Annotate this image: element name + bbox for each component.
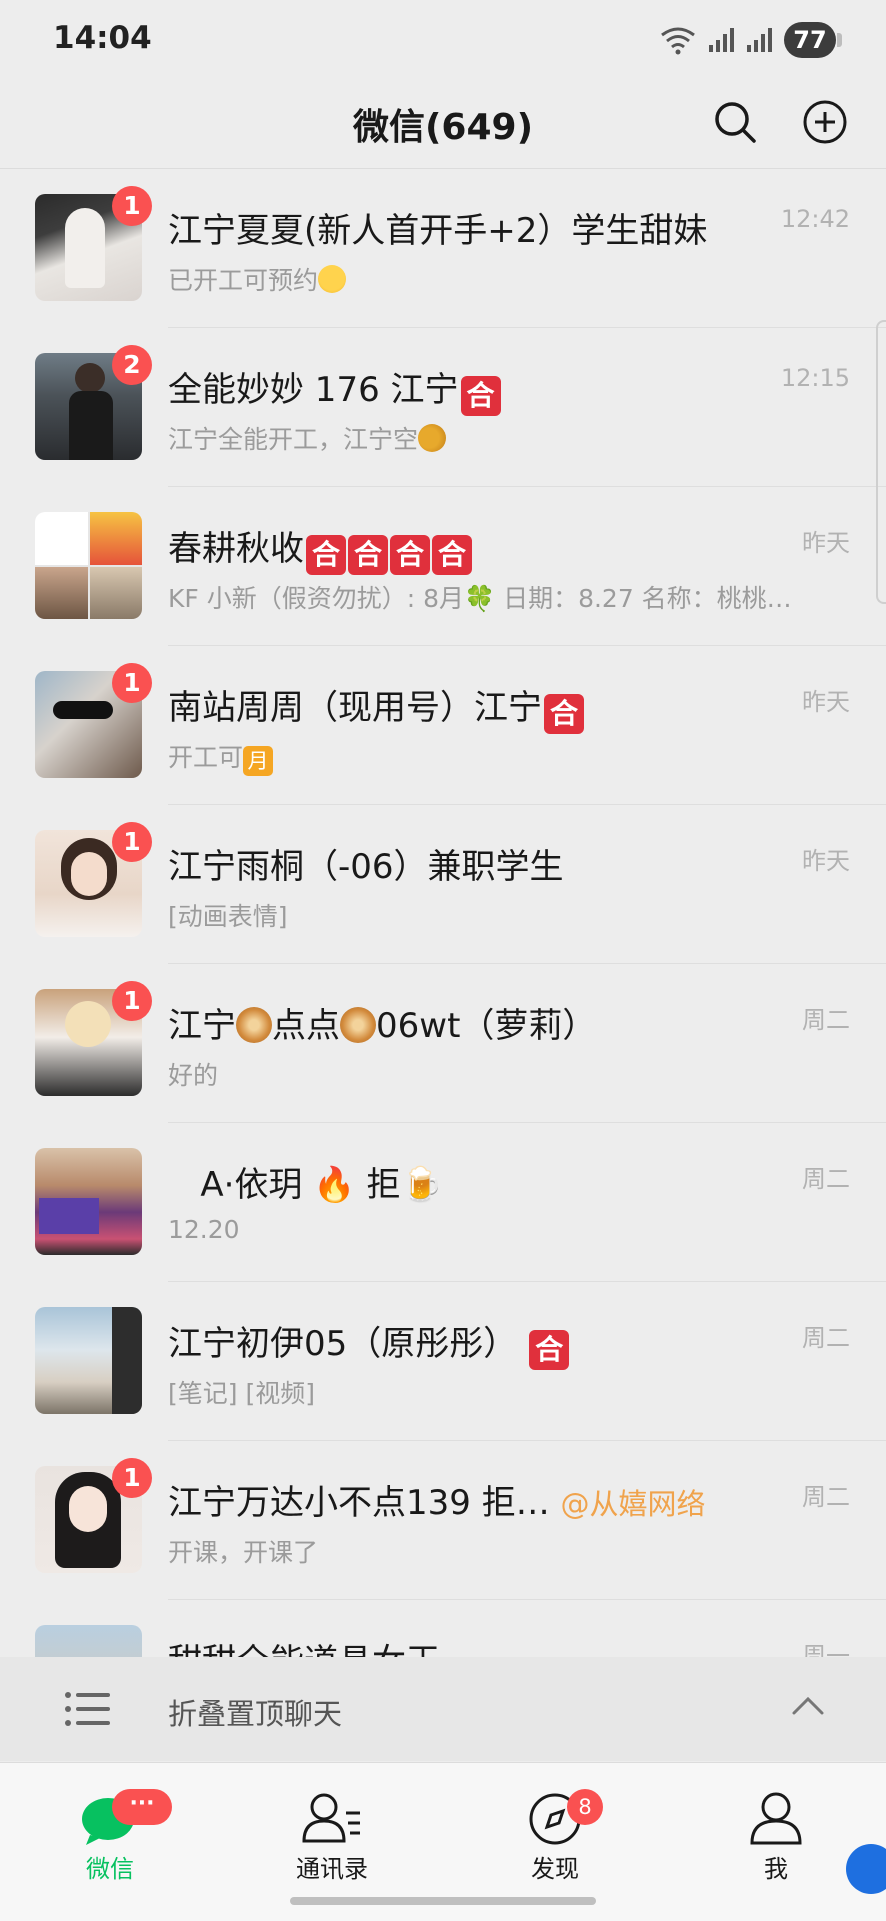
chat-preview: 好的 [168,1061,219,1090]
chat-row[interactable]: 1 江宁夏夏(新人首开手+2）学生甜妹 12:42 已开工可预约 [0,169,886,328]
side-scroll-handle[interactable] [876,320,886,604]
status-bar: 14:04 77 [0,0,886,80]
bagel-emoji-icon [340,1007,376,1043]
status-icons: 77 [658,20,842,60]
chat-row[interactable]: 1 江宁雨桐（-06）兼职学生 昨天 [动画表情] [0,805,886,964]
chat-name: 南站周周（现用号）江宁合 [168,680,736,734]
chat-row[interactable]: 1 江宁万达小不点139 拒… @从嬉网络 周二 开课，开课了 [0,1441,886,1600]
he-emoji-icon: 合 [529,1330,570,1370]
wifi-icon [661,27,695,55]
chat-preview: [动画表情] [168,902,288,931]
unread-badge: 1 [112,663,152,703]
chat-row[interactable]: 1 江宁 点点 06wt（萝莉） 周二 好的 [0,964,886,1123]
tab-label: 发现 [531,1855,579,1883]
mention-tag: @从嬉网络 [560,1487,706,1521]
chat-row[interactable]: 春耕秋收合合合合 昨天 KF 小新（假资勿扰）: 8月🍀 日期：8.27 名称：… [0,487,886,646]
add-button[interactable] [795,92,855,152]
bagel-emoji-icon [236,1007,272,1043]
status-time: 14:04 [53,20,152,56]
fold-bar-label: 折叠置顶聊天 [168,1697,343,1731]
tab-me[interactable]: 我 [706,1775,846,1885]
header: 微信(649) [0,80,886,169]
chat-name: 江宁雨桐（-06）兼职学生 [168,847,564,887]
chat-row[interactable]: 甜甜全能道具女王 周一 [0,1600,886,1657]
chat-time: 昨天 [802,529,850,557]
tab-contacts[interactable]: 通讯录 [262,1775,402,1885]
avatar [35,1307,142,1414]
he-emoji-icon: 合 [460,376,501,416]
tab-discover[interactable]: 8 发现 [485,1775,625,1885]
avatar [35,1148,142,1255]
person-icon [750,1792,802,1845]
list-icon [65,1692,110,1726]
chat-time: 周二 [802,1324,850,1352]
chat-time: 周二 [802,1165,850,1193]
chat-time: 周一 [802,1642,850,1657]
chat-name: 江宁万达小不点139 拒… @从嬉网络 [168,1483,706,1523]
chat-preview: 已开工可预约 [168,261,850,297]
yue-emoji-icon: 月 [243,746,274,776]
tab-chats[interactable]: ··· 微信 [40,1775,180,1885]
chat-name: 江宁 点点 06wt（萝莉） [168,1006,597,1046]
unread-badge: 1 [112,1458,152,1498]
chat-list: 1 江宁夏夏(新人首开手+2）学生甜妹 12:42 已开工可预约 2 全能妙妙 … [0,169,886,1657]
search-icon [715,102,756,143]
unread-badge: 1 [112,186,152,226]
battery-icon: 77 [784,22,842,58]
plus-circle-icon [803,100,847,144]
chat-row[interactable]: 1 南站周周（现用号）江宁合 昨天 开工可月 [0,646,886,805]
chat-preview: 开工可月 [168,738,850,776]
tab-label: 我 [764,1855,788,1883]
he-emoji-icon: 合 [348,535,388,575]
chevron-up-icon [792,1696,824,1715]
tab-badge: 8 [567,1789,603,1825]
fold-pinned-bar[interactable]: 折叠置顶聊天 [0,1657,886,1761]
search-button[interactable] [705,92,765,152]
signal-icon [709,28,734,52]
chat-name: A·依玥 🔥 拒🍺 [168,1165,443,1205]
chat-preview: 江宁全能开工，江宁空 [168,420,850,456]
signal-icon-2 [747,28,772,52]
chat-preview: KF 小新（假资勿扰）: 8月🍀 日期：8.27 名称：桃桃… [168,584,792,613]
chat-name: 甜甜全能道具女王 [168,1634,736,1657]
tab-label: 通讯录 [296,1855,368,1883]
avatar [35,1625,142,1657]
chat-preview: 开课，开课了 [168,1538,319,1567]
tab-label: 微信 [86,1855,134,1883]
chat-name: 全能妙妙 176 江宁合 [168,362,736,416]
chat-row[interactable]: 2 全能妙妙 176 江宁合 12:15 江宁全能开工，江宁空 [0,328,886,487]
chat-preview: [笔记] [视频] [168,1379,315,1408]
chat-time: 12:42 [780,205,850,233]
chat-row[interactable]: A·依玥 🔥 拒🍺 周二 12.20 [0,1123,886,1282]
he-emoji-icon: 合 [306,535,346,575]
he-emoji-icon: 合 [432,535,472,575]
contacts-icon [302,1793,360,1843]
chat-time: 12:15 [780,364,850,392]
chat-time: 周二 [802,1006,850,1034]
unread-badge: 1 [112,981,152,1021]
chat-time: 昨天 [802,847,850,875]
group-avatar [35,512,142,619]
he-emoji-icon: 合 [390,535,430,575]
chat-name: 江宁初伊05（原彤彤）合 [168,1316,736,1370]
chat-row[interactable]: 江宁初伊05（原彤彤）合 周二 [笔记] [视频] [0,1282,886,1441]
chat-name: 江宁夏夏(新人首开手+2）学生甜妹 [168,211,708,251]
unread-badge: 1 [112,822,152,862]
chat-preview: 12.20 [168,1215,240,1244]
he-emoji-icon: 合 [544,694,584,734]
unread-badge: 2 [112,345,152,385]
chat-time: 周二 [802,1483,850,1511]
tab-badge: ··· [112,1789,172,1825]
chat-name: 春耕秋收合合合合 [168,521,736,575]
smile-emoji-icon [318,265,347,293]
chat-time: 昨天 [802,688,850,716]
snail-emoji-icon [418,424,447,452]
home-indicator[interactable] [290,1897,596,1905]
